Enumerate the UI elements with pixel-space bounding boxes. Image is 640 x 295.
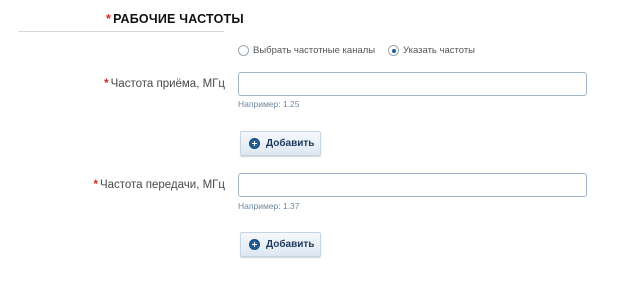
add-transmit-frequency-label: Добавить: [266, 239, 315, 250]
add-transmit-frequency-button[interactable]: Добавить: [240, 232, 321, 257]
receive-frequency-hint: Например: 1.25: [238, 99, 300, 109]
receive-frequency-input[interactable]: [238, 72, 587, 96]
radio-unchecked-icon[interactable]: [238, 45, 249, 56]
transmit-frequency-input[interactable]: [238, 173, 587, 197]
transmit-frequency-label-text: Частота передачи, МГц: [99, 179, 225, 191]
radio-select-channels[interactable]: Выбрать частотные каналы: [238, 45, 375, 56]
transmit-frequency-hint: Например: 1.37: [238, 201, 300, 211]
receive-frequency-label: * Частота приёма, МГц: [104, 78, 225, 90]
section-title-text: РАБОЧИЕ ЧАСТОТЫ: [113, 12, 244, 26]
section-divider: [18, 31, 224, 32]
plus-icon: [249, 138, 260, 149]
transmit-frequency-label: * Частота передачи, МГц: [93, 179, 225, 191]
plus-icon: [249, 239, 260, 250]
radio-specify-frequencies-label: Указать частоты: [403, 45, 476, 56]
section-title: * РАБОЧИЕ ЧАСТОТЫ: [106, 12, 244, 26]
radio-checked-icon[interactable]: [388, 45, 399, 56]
add-receive-frequency-label: Добавить: [266, 138, 315, 149]
required-mark: *: [104, 78, 109, 90]
required-mark: *: [93, 179, 98, 191]
receive-frequency-label-text: Частота приёма, МГц: [110, 78, 225, 90]
add-receive-frequency-button[interactable]: Добавить: [240, 131, 321, 156]
required-mark: *: [106, 12, 112, 26]
radio-specify-frequencies[interactable]: Указать частоты: [388, 45, 475, 56]
radio-select-channels-label: Выбрать частотные каналы: [253, 45, 376, 56]
